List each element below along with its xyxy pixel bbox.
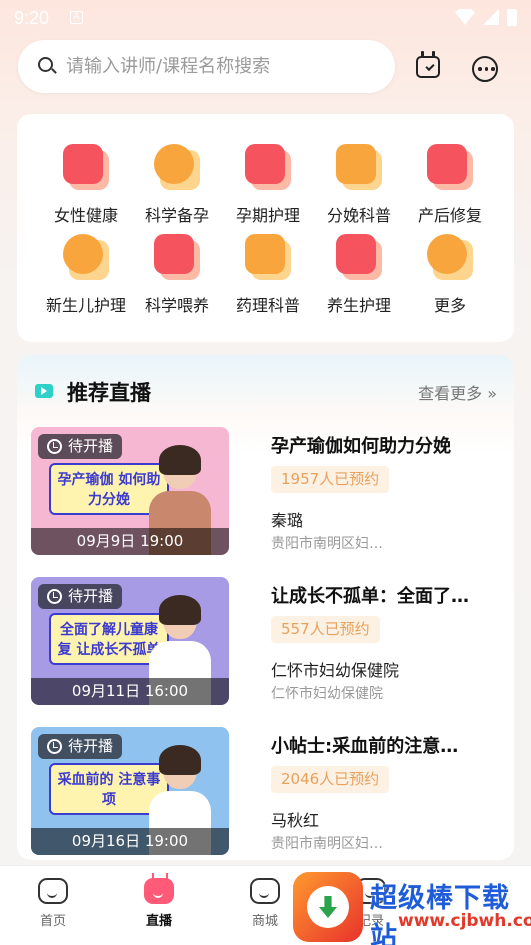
female-icon (63, 144, 109, 190)
status-badge: 待开播 (38, 584, 123, 609)
tab-label: 直播 (145, 914, 172, 929)
book-heart-icon (245, 144, 291, 190)
category-grid: 女性健康 科学备孕 孕期护理 分娩科普 产后修复新生儿护理 科学喂养 药理科普 养生护理 更多 (17, 114, 514, 342)
live-title: 孕产瑜伽如何助力分娩 (271, 436, 451, 457)
category-item[interactable]: 养生护理 (313, 234, 405, 326)
category-item[interactable]: 产后修复 (404, 144, 496, 236)
chat-bubble-icon (478, 67, 495, 71)
speaker-name: 仁怀市妇幼保健院 (271, 661, 400, 680)
category-label: 养生护理 (326, 296, 391, 315)
tab-tv[interactable]: 直播 (124, 878, 194, 929)
status-bar: 9:20 A (0, 0, 531, 36)
booked-count: 557人已预约 (271, 616, 380, 643)
calendar-check-icon (416, 51, 440, 78)
recommended-live-section: 推荐直播 查看更多 » 孕产瑜伽 如何助力分娩 待开播 09月9日 19:00 孕产瑜… (17, 355, 514, 860)
live-thumbnail[interactable]: 孕产瑜伽 如何助力分娩 待开播 09月9日 19:00 (31, 427, 229, 555)
live-tv-icon (35, 384, 53, 398)
booked-count: 1957人已预约 (271, 466, 390, 493)
message-button[interactable] (472, 56, 498, 82)
category-label: 新生儿护理 (45, 296, 126, 315)
live-item[interactable]: 采血前的 注意事项 待开播 09月16日 19:00 小帖士:采血前的注意… 2046人… (31, 727, 497, 855)
bag-icon (250, 878, 280, 904)
search-bar[interactable] (18, 40, 395, 93)
watermark-logo (293, 872, 363, 942)
category-label: 更多 (433, 296, 466, 315)
sperm-icon (154, 144, 200, 190)
category-label: 科学备孕 (144, 206, 209, 225)
body-icon (427, 144, 473, 190)
status-time: 9:20 (14, 8, 50, 28)
speaker-org: 贵阳市南明区妇… (271, 536, 383, 552)
category-item[interactable]: 更多 (404, 234, 496, 326)
calendar-check-button[interactable] (413, 51, 443, 80)
speaker-name: 秦璐 (271, 511, 304, 530)
notification-icon: A (70, 11, 83, 24)
category-label: 产后修复 (417, 206, 482, 225)
speaker-org: 仁怀市妇幼保健院 (271, 686, 383, 702)
category-item[interactable]: 分娩科普 (313, 144, 405, 236)
pill-icon (245, 234, 291, 280)
live-thumbnail[interactable]: 全面了解儿童康复 让成长不孤单 待开播 09月11日 16:00 (31, 577, 229, 705)
clock-icon (47, 589, 62, 604)
baby-face-icon (63, 234, 109, 280)
section-title: 推荐直播 (67, 381, 151, 405)
live-title: 让成长不孤单：全面了… (271, 586, 469, 607)
speaker-org: 贵阳市南明区妇… (271, 836, 383, 852)
live-thumbnail[interactable]: 采血前的 注意事项 待开播 09月16日 19:00 (31, 727, 229, 855)
mortar-icon (336, 234, 382, 280)
booked-count: 2046人已预约 (271, 766, 390, 793)
baby-id-icon (154, 234, 200, 280)
signal-icon (483, 9, 499, 25)
search-icon (38, 57, 53, 72)
category-label: 分娩科普 (326, 206, 391, 225)
category-item[interactable]: 女性健康 (40, 144, 132, 236)
category-item[interactable]: 药理科普 (222, 234, 314, 326)
category-label: 科学喂养 (144, 296, 209, 315)
live-title: 小帖士:采血前的注意… (271, 736, 459, 757)
wifi-icon (455, 9, 475, 25)
clipboard-icon (336, 144, 382, 190)
live-time: 09月9日 19:00 (31, 528, 229, 555)
status-badge: 待开播 (38, 734, 123, 759)
tab-bag[interactable]: 商城 (230, 878, 300, 929)
category-label: 孕期护理 (235, 206, 300, 225)
live-time: 09月16日 19:00 (31, 828, 229, 855)
live-time: 09月11日 16:00 (31, 678, 229, 705)
live-item[interactable]: 全面了解儿童康复 让成长不孤单 待开播 09月11日 16:00 让成长不孤单：全面了… (31, 577, 497, 705)
tab-label: 首页 (39, 914, 66, 929)
category-item[interactable]: 新生儿护理 (40, 234, 132, 326)
category-item[interactable]: 科学喂养 (131, 234, 223, 326)
category-item[interactable]: 孕期护理 (222, 144, 314, 236)
category-item[interactable]: 科学备孕 (131, 144, 223, 236)
see-more-link[interactable]: 查看更多 » (418, 380, 497, 404)
category-label: 女性健康 (53, 206, 118, 225)
status-badge: 待开播 (38, 434, 123, 459)
category-label: 药理科普 (235, 296, 300, 315)
more-dots-icon (427, 234, 473, 280)
live-item[interactable]: 孕产瑜伽 如何助力分娩 待开播 09月9日 19:00 孕产瑜伽如何助力分娩 1957人… (31, 427, 497, 555)
battery-icon (507, 9, 517, 26)
tab-label: 商城 (251, 914, 278, 929)
clock-icon (47, 439, 62, 454)
speaker-name: 马秋红 (271, 811, 320, 830)
tv-icon (144, 878, 174, 904)
watermark-url: www.cjbwh.com (398, 911, 531, 931)
clock-icon (47, 739, 62, 754)
tab-home[interactable]: 首页 (18, 878, 88, 929)
search-input[interactable] (66, 40, 386, 93)
home-icon (38, 878, 68, 904)
